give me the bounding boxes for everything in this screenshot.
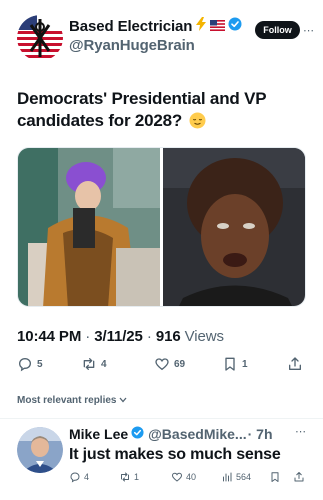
relieved-face-emoji-icon bbox=[189, 112, 206, 135]
bookmark-icon bbox=[271, 472, 279, 482]
reply-sort-label: Most relevant replies bbox=[17, 395, 117, 406]
reply-repost-button[interactable]: 1 bbox=[119, 471, 139, 483]
follow-button[interactable]: Follow bbox=[255, 21, 300, 39]
share-icon bbox=[289, 357, 301, 370]
reply-views-button[interactable]: 564 bbox=[221, 471, 251, 483]
reply-action-bar: 4 1 40 564 bbox=[69, 471, 309, 485]
tweet-text-content: Democrats' Presidential and VP candidate… bbox=[17, 89, 267, 130]
meta-separator-2: · bbox=[142, 328, 156, 345]
tweet-action-bar: 5 4 69 1 bbox=[17, 356, 307, 376]
us-flag-icon bbox=[210, 18, 226, 36]
repost-icon bbox=[121, 472, 129, 482]
tweet-header: Based Electrician @RyanHugeBrain Follow … bbox=[0, 0, 323, 72]
reply-display-name[interactable]: Mike Lee bbox=[69, 426, 128, 442]
reply-sort-dropdown[interactable]: Most relevant replies bbox=[17, 395, 127, 406]
repost-icon bbox=[83, 358, 95, 370]
author-name-line[interactable]: Based Electrician bbox=[69, 17, 242, 36]
lightning-icon bbox=[195, 17, 207, 36]
reply-time[interactable]: · 7h bbox=[248, 426, 273, 442]
share-icon bbox=[294, 472, 304, 482]
bookmark-button[interactable]: 1 bbox=[222, 356, 248, 372]
reply-text: It just makes so much sense bbox=[69, 446, 281, 463]
reply-count: 5 bbox=[37, 358, 43, 370]
reply-icon bbox=[18, 357, 32, 372]
reply-reply-count: 4 bbox=[84, 472, 90, 482]
verified-badge-icon bbox=[228, 17, 242, 36]
reply-icon bbox=[70, 472, 80, 483]
share-button[interactable] bbox=[287, 356, 307, 372]
reply-header: Mike Lee @BasedMike... · 7h bbox=[69, 426, 273, 442]
heart-icon bbox=[155, 358, 169, 371]
reply-like-count: 40 bbox=[186, 472, 197, 482]
author-handle[interactable]: @RyanHugeBrain bbox=[69, 37, 195, 54]
tweet-time[interactable]: 10:44 PM bbox=[17, 328, 81, 345]
more-options-icon[interactable]: ⋯ bbox=[303, 24, 315, 37]
heart-icon bbox=[171, 472, 183, 482]
repost-button[interactable]: 4 bbox=[81, 356, 107, 372]
reply-repost-count: 1 bbox=[134, 472, 140, 482]
reply-like-button[interactable]: 40 bbox=[171, 471, 196, 483]
views-label: Views bbox=[180, 328, 224, 345]
bookmark-count: 1 bbox=[242, 358, 248, 370]
reply-button[interactable]: 5 bbox=[17, 356, 43, 372]
repost-count: 4 bbox=[101, 358, 107, 370]
author-avatar[interactable] bbox=[17, 15, 63, 61]
reply-share-button[interactable] bbox=[293, 471, 308, 483]
like-button[interactable]: 69 bbox=[154, 356, 185, 372]
views-count: 916 bbox=[155, 328, 181, 345]
verified-badge-icon bbox=[131, 426, 144, 442]
bookmark-icon bbox=[225, 357, 235, 371]
reply-reply-button[interactable]: 4 bbox=[69, 471, 89, 483]
media-photo-left[interactable] bbox=[18, 148, 160, 306]
like-count: 69 bbox=[174, 358, 186, 370]
media-photo-right[interactable] bbox=[163, 148, 305, 306]
reply-handle[interactable]: @BasedMike... bbox=[148, 426, 246, 442]
tweet-date[interactable]: 3/11/25 bbox=[94, 328, 143, 345]
tweet-text: Democrats' Presidential and VP candidate… bbox=[17, 88, 307, 135]
author-display-name[interactable]: Based Electrician bbox=[69, 18, 192, 35]
meta-separator: · bbox=[81, 328, 95, 345]
reply-author-avatar[interactable] bbox=[17, 427, 63, 473]
chevron-down-icon bbox=[119, 396, 127, 405]
divider bbox=[0, 418, 323, 419]
reply-more-options-icon[interactable]: ⋯ bbox=[295, 425, 307, 438]
reply-item[interactable]: Mike Lee @BasedMike... · 7h ⋯ It just ma… bbox=[0, 420, 323, 500]
reply-views-count: 564 bbox=[236, 472, 252, 482]
tweet-meta: 10:44 PM · 3/11/25 · 916 Views bbox=[17, 328, 224, 345]
views-chart-icon bbox=[223, 472, 232, 482]
reply-bookmark-button[interactable] bbox=[269, 471, 284, 483]
tweet-media[interactable] bbox=[17, 147, 306, 307]
